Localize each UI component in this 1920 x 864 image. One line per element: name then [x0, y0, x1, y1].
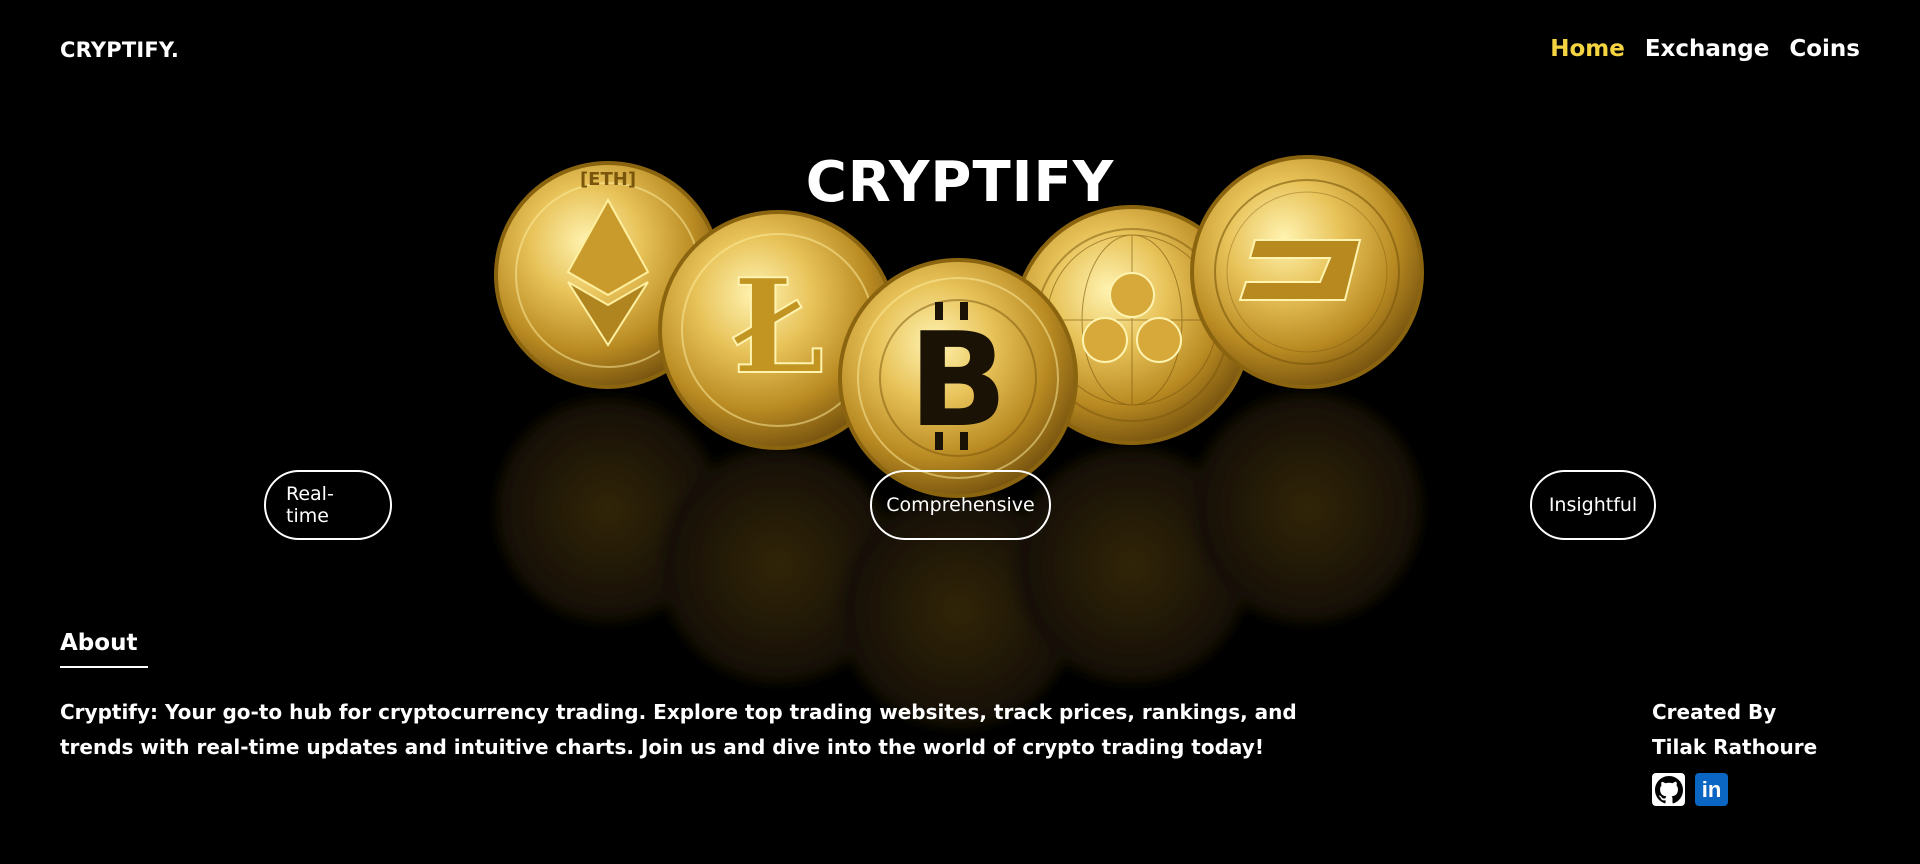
main-nav: Home Exchange Coins: [1550, 36, 1860, 62]
credit-name: Tilak Rathoure: [1652, 735, 1818, 759]
nav-home[interactable]: Home: [1550, 36, 1625, 62]
about-description: Cryptify: Your go-to hub for cryptocurre…: [60, 700, 1297, 759]
dash-coin-reflection: [1192, 393, 1422, 623]
nav-coins[interactable]: Coins: [1789, 36, 1860, 62]
about-underline: [60, 666, 148, 668]
svg-text:Ł: Ł: [732, 250, 824, 403]
linkedin-icon[interactable]: in: [1695, 773, 1728, 806]
credit-block: Created By Tilak Rathoure: [1652, 695, 1817, 765]
realtime-pill[interactable]: Real-time: [264, 470, 392, 540]
credit-label: Created By: [1652, 700, 1777, 724]
social-links: in: [1652, 773, 1728, 806]
comprehensive-pill[interactable]: Comprehensive: [870, 470, 1051, 540]
about-heading: About: [60, 630, 138, 656]
nav-exchange[interactable]: Exchange: [1645, 36, 1770, 62]
brand-logo[interactable]: CRYPTIFY.: [60, 38, 179, 62]
hero-title: CRYPTIFY: [805, 150, 1115, 215]
btc-coin: B: [838, 258, 1078, 498]
svg-text:B: B: [908, 304, 1007, 456]
insightful-pill[interactable]: Insightful: [1530, 470, 1656, 540]
github-icon[interactable]: [1652, 773, 1685, 806]
